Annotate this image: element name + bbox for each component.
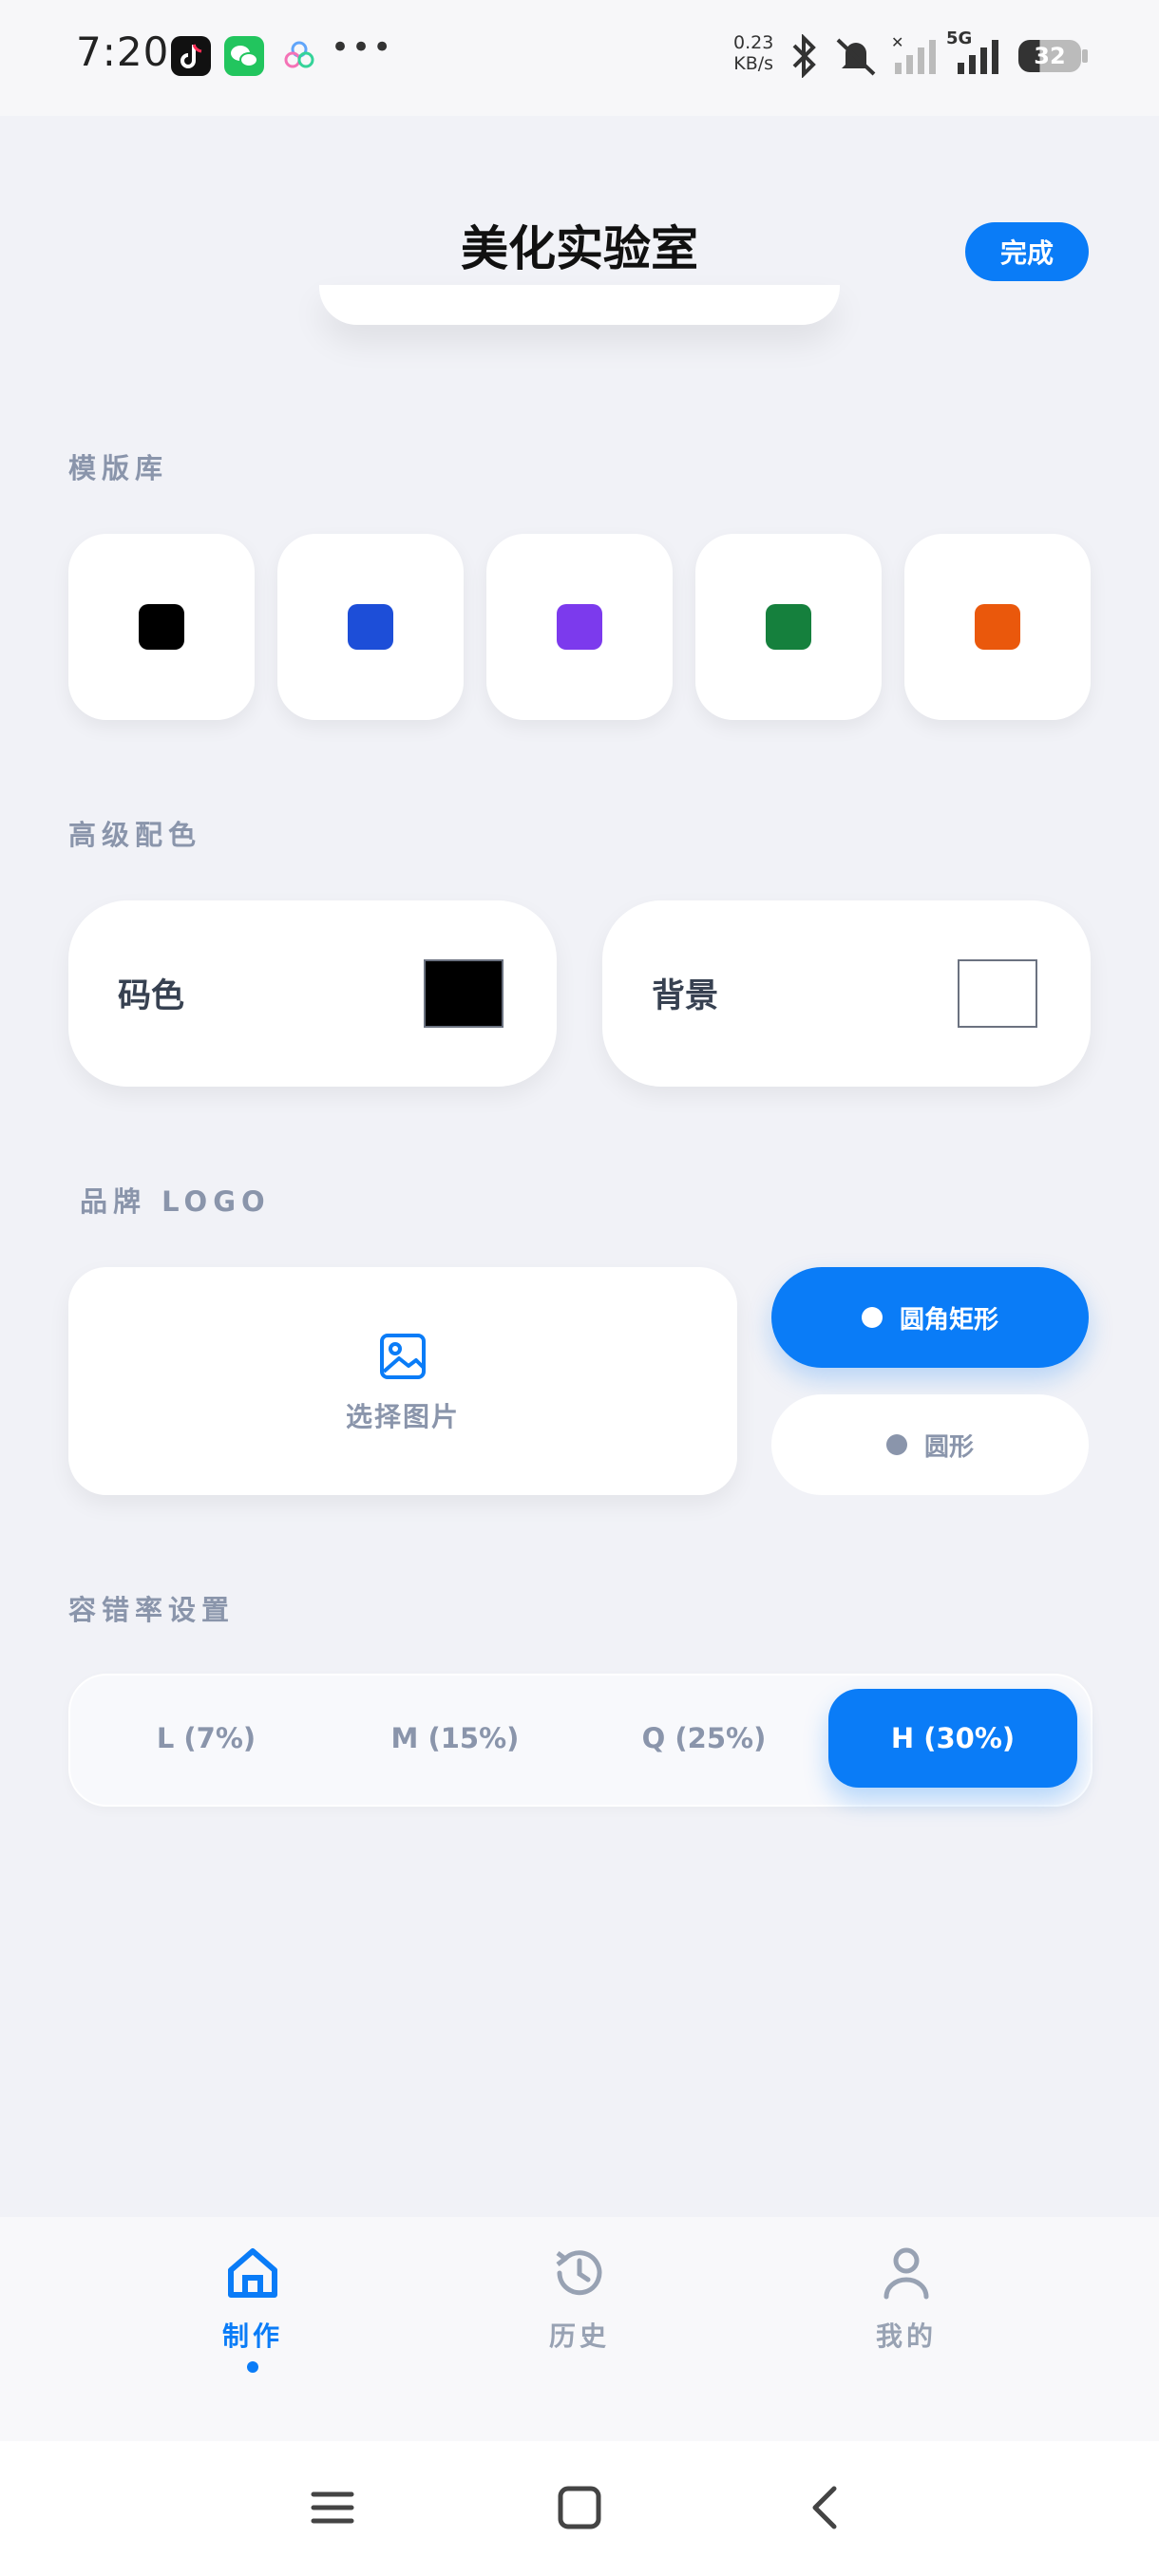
select-image-card[interactable]: 选择图片 xyxy=(68,1267,737,1495)
shape-rounded-rect-label: 圆角矩形 xyxy=(899,1305,998,1335)
template-swatch xyxy=(139,604,184,650)
svg-text:✕: ✕ xyxy=(891,34,903,51)
unselected-dot xyxy=(885,1434,907,1455)
advanced-colors-label: 高级配色 xyxy=(68,819,202,851)
battery-tip xyxy=(1082,49,1088,63)
background-color-swatch[interactable] xyxy=(958,959,1037,1028)
code-color-swatch[interactable] xyxy=(424,959,504,1028)
mute-icon xyxy=(836,38,876,76)
nav-label-make: 制作 xyxy=(221,2320,283,2352)
template-green[interactable] xyxy=(695,534,882,720)
status-time: 7:20 xyxy=(76,28,170,75)
template-swatch xyxy=(348,604,393,650)
gallery-icon xyxy=(279,36,319,76)
tiktok-icon xyxy=(171,36,211,76)
shape-circle-label: 圆形 xyxy=(923,1432,974,1462)
shape-circle-option[interactable]: 圆形 xyxy=(771,1394,1089,1495)
back-icon[interactable] xyxy=(798,2479,855,2536)
home-icon xyxy=(228,2248,277,2298)
template-blue[interactable] xyxy=(277,534,464,720)
nav-label-history: 历史 xyxy=(548,2320,610,2352)
done-button[interactable]: 完成 xyxy=(965,222,1089,281)
wechat-icon xyxy=(224,36,264,76)
nav-label-mine: 我的 xyxy=(875,2320,937,2352)
template-black[interactable] xyxy=(68,534,255,720)
background-color-label: 背景 xyxy=(652,977,719,1015)
shape-rounded-rect-option[interactable]: 圆角矩形 xyxy=(771,1267,1089,1368)
brand-logo-label: 品牌 LOGO xyxy=(80,1185,271,1218)
nav-item-history[interactable]: 历史 xyxy=(466,2242,694,2375)
menu-icon[interactable] xyxy=(304,2479,361,2536)
image-icon xyxy=(380,1334,426,1379)
template-swatch xyxy=(975,604,1020,650)
template-orange[interactable] xyxy=(904,534,1091,720)
signal-5g-icon xyxy=(958,40,998,74)
active-indicator xyxy=(247,2361,258,2373)
nav-item-mine[interactable]: 我的 xyxy=(792,2242,1020,2375)
more-dots-icon: ••• xyxy=(331,28,394,66)
signal-icon: ✕ xyxy=(891,34,936,74)
user-icon xyxy=(884,2247,929,2300)
home-square-icon[interactable] xyxy=(551,2479,608,2536)
bluetooth-icon xyxy=(792,34,816,78)
ec-option-m[interactable]: M (15%) xyxy=(331,1689,580,1788)
selected-dot xyxy=(861,1307,883,1328)
templates-label: 模版库 xyxy=(68,452,169,484)
ec-option-l[interactable]: L (7%) xyxy=(82,1689,331,1788)
code-color-label: 码色 xyxy=(118,977,185,1015)
ec-option-h[interactable]: H (30%) xyxy=(828,1689,1077,1788)
template-swatch xyxy=(557,604,602,650)
background-color-card[interactable]: 背景 xyxy=(602,900,1091,1087)
template-swatch xyxy=(766,604,811,650)
nav-item-make[interactable]: 制作 xyxy=(139,2242,367,2375)
battery-icon: 32 xyxy=(1018,40,1081,72)
network-speed: 0.23 KB/s xyxy=(733,32,774,74)
select-image-label: 选择图片 xyxy=(345,1401,460,1432)
code-color-card[interactable]: 码色 xyxy=(68,900,557,1087)
history-icon xyxy=(556,2250,602,2296)
template-purple[interactable] xyxy=(486,534,673,720)
error-correction-label: 容错率设置 xyxy=(68,1594,236,1626)
preview-card-edge xyxy=(319,285,840,325)
ec-option-q[interactable]: Q (25%) xyxy=(580,1689,828,1788)
